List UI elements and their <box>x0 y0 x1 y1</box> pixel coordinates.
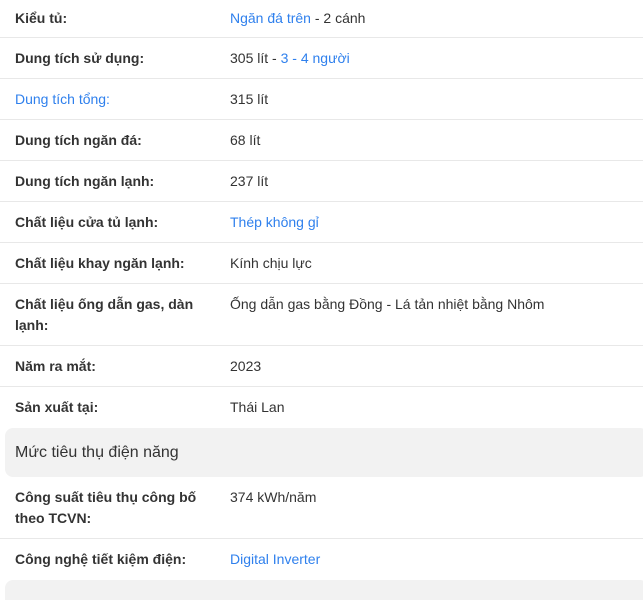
spec-value: 68 lít <box>230 132 261 148</box>
household-size-link[interactable]: 3 - 4 người <box>281 50 350 66</box>
spec-value: 374 kWh/năm <box>230 489 317 505</box>
section-title: Mức tiêu thụ điện năng <box>15 443 179 461</box>
spec-value: 315 lít <box>230 91 269 107</box>
spec-row-usable-capacity: Dung tích sử dụng: 305 lít - 3 - 4 người <box>0 38 643 79</box>
section-header-power-consumption[interactable]: Mức tiêu thụ điện năng <box>5 428 643 477</box>
spec-value: Thái Lan <box>230 399 285 415</box>
cabinet-type-link[interactable]: Ngăn đá trên <box>230 10 311 26</box>
total-capacity-link[interactable]: Dung tích tổng: <box>0 89 230 119</box>
spec-row-made-in: Sản xuất tại: Thái Lan <box>0 387 643 428</box>
spec-label: Chất liệu ống dẫn gas, dàn lạnh: <box>15 296 194 333</box>
spec-label: Công suất tiêu thụ công bố theo TCVN: <box>15 489 197 526</box>
spec-label: Chất liệu khay ngăn lạnh: <box>15 255 185 271</box>
spec-table: Kiểu tủ: Ngăn đá trên - 2 cánh Dung tích… <box>0 0 643 600</box>
spec-label: Dung tích ngăn đá: <box>15 132 142 148</box>
spec-value: 2023 <box>230 358 262 374</box>
spec-value: Kính chịu lực <box>230 255 312 271</box>
cabinet-type-extra: - 2 cánh <box>310 10 366 26</box>
spec-value: 305 lít - 3 - 4 người <box>230 48 643 78</box>
spec-label: Dung tích sử dụng: <box>15 50 145 66</box>
spec-label: Chất liệu cửa tủ lạnh: <box>15 214 159 230</box>
spec-label: Công nghệ tiết kiệm điện: <box>15 551 187 567</box>
spec-row-power-consumption: Công suất tiêu thụ công bố theo TCVN: 37… <box>0 477 643 539</box>
spec-row-gas-pipe-material: Chất liệu ống dẫn gas, dàn lạnh: Ống dẫn… <box>0 284 643 346</box>
spec-label: Năm ra mắt: <box>15 358 96 374</box>
section-header-next[interactable] <box>5 580 643 600</box>
spec-value: 237 lít <box>230 173 269 189</box>
spec-row-tray-material: Chất liệu khay ngăn lạnh: Kính chịu lực <box>0 243 643 284</box>
door-material-link[interactable]: Thép không gỉ <box>230 214 319 230</box>
spec-label: Dung tích ngăn lạnh: <box>15 173 155 189</box>
spec-row-fridge-capacity: Dung tích ngăn lạnh: 237 lít <box>0 161 643 202</box>
spec-row-release-year: Năm ra mắt: 2023 <box>0 346 643 387</box>
usable-capacity-value: 305 lít - <box>230 50 281 66</box>
spec-row-energy-saving-tech: Công nghệ tiết kiệm điện: Digital Invert… <box>0 539 643 580</box>
spec-row-freezer-capacity: Dung tích ngăn đá: 68 lít <box>0 120 643 161</box>
spec-label: Sản xuất tại: <box>15 399 99 415</box>
spec-value: Thép không gỉ <box>230 212 643 242</box>
spec-row-total-capacity: Dung tích tổng: 315 lít <box>0 79 643 120</box>
spec-row-cabinet-type: Kiểu tủ: Ngăn đá trên - 2 cánh <box>0 0 643 38</box>
spec-value: Digital Inverter <box>230 549 643 580</box>
spec-row-door-material: Chất liệu cửa tủ lạnh: Thép không gỉ <box>0 202 643 243</box>
digital-inverter-link[interactable]: Digital Inverter <box>230 551 320 567</box>
spec-value: Ống dẫn gas bằng Đồng - Lá tản nhiệt bằn… <box>230 296 545 312</box>
spec-label: Kiểu tủ: <box>15 10 68 26</box>
spec-value: Ngăn đá trên - 2 cánh <box>230 8 643 37</box>
